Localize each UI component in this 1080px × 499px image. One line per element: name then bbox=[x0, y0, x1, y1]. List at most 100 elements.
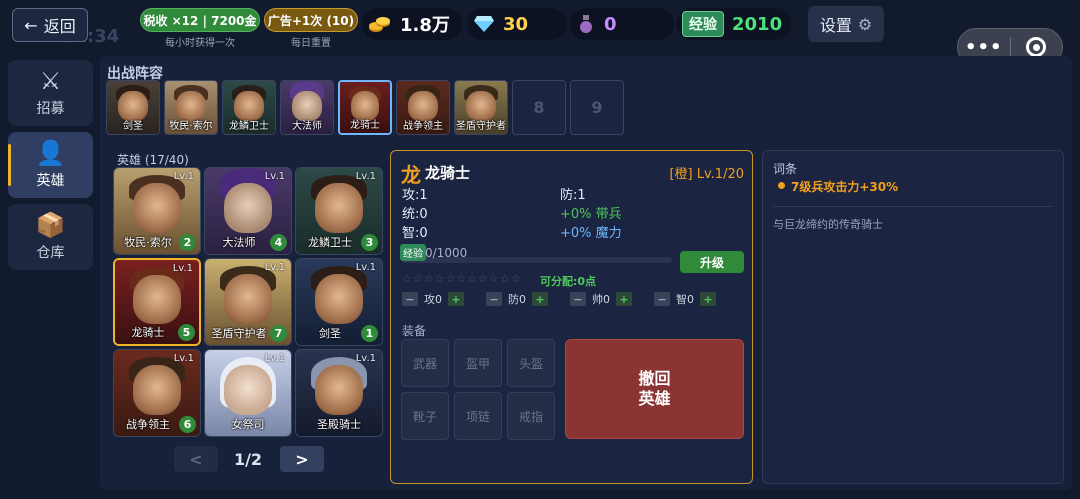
hero-count-badge: 1 bbox=[361, 325, 378, 342]
arrow-left-icon: ← bbox=[24, 15, 38, 35]
plus-button[interactable]: + bbox=[616, 292, 632, 306]
lineup-slot[interactable]: 剑圣 bbox=[106, 80, 160, 135]
potion-counter: 0 bbox=[570, 8, 674, 40]
potion-value: 0 bbox=[604, 13, 617, 35]
box-icon: 📦 bbox=[35, 211, 66, 239]
hero-card[interactable]: Lv.1 圣殿骑士 bbox=[295, 349, 383, 437]
plus-button[interactable]: + bbox=[700, 292, 716, 306]
withdraw-line-1: 撤回 bbox=[638, 369, 671, 388]
exp-counter: 经验 2010 bbox=[676, 8, 792, 40]
next-page-button[interactable]: > bbox=[280, 446, 324, 472]
nav-recruit[interactable]: ⚔ 招募 bbox=[8, 60, 93, 126]
exp-bar-tag: 经验 bbox=[400, 244, 426, 261]
lineup-slot[interactable]: 大法师 bbox=[280, 80, 334, 135]
plus-button[interactable]: + bbox=[448, 292, 464, 306]
traits-panel bbox=[762, 150, 1064, 484]
hero-card[interactable]: Lv.1 女祭司 bbox=[204, 349, 292, 437]
stat-command: 统:0 bbox=[402, 207, 428, 222]
minus-button[interactable]: − bbox=[570, 292, 586, 306]
lineup-slot[interactable]: 战争领主 bbox=[396, 80, 450, 135]
nav-storage-label: 仓库 bbox=[36, 245, 65, 261]
gold-counter: 1.8万 bbox=[362, 8, 462, 40]
potion-icon bbox=[580, 15, 592, 33]
exp-bar-text: 0/1000 bbox=[425, 246, 468, 260]
trait-bullet-icon bbox=[778, 182, 785, 189]
hero-card-selected[interactable]: Lv.1 龙骑士 5 bbox=[113, 258, 201, 346]
ad-note: 每日重置 bbox=[291, 38, 331, 49]
empty-lineup-slot[interactable]: 8 bbox=[512, 80, 566, 135]
nav-heroes-label: 英雄 bbox=[36, 173, 65, 189]
defense-stepper: − 防0 + bbox=[486, 291, 548, 307]
close-target-icon[interactable] bbox=[1010, 37, 1062, 57]
hero-rank-level: [橙] Lv.1/20 bbox=[669, 167, 744, 182]
exp-tag: 经验 bbox=[682, 11, 724, 37]
traits-divider bbox=[773, 206, 1053, 207]
gold-coins-icon bbox=[369, 17, 390, 32]
equip-slot-ring[interactable]: 戒指 bbox=[507, 392, 555, 440]
attack-stepper: − 攻0 + bbox=[402, 291, 464, 307]
equip-title: 装备 bbox=[402, 324, 427, 338]
settings-button[interactable]: 设置 ⚙ bbox=[808, 6, 884, 42]
assignable-points: 可分配:0点 bbox=[540, 275, 597, 288]
lineup-slot[interactable]: 牧民·索尔 bbox=[164, 80, 218, 135]
stat-intel: 智:0 bbox=[402, 226, 428, 241]
stepper-label: 帅0 bbox=[592, 293, 610, 306]
hero-card[interactable]: Lv.1 牧民·索尔 2 bbox=[113, 167, 201, 255]
command-stepper: − 帅0 + bbox=[570, 291, 632, 307]
stat-troop-bonus: +0% 带兵 bbox=[560, 207, 622, 222]
hero-card[interactable]: Lv.1 战争领主 6 bbox=[113, 349, 201, 437]
back-label: 返回 bbox=[43, 17, 76, 36]
hero-card[interactable]: Lv.1 龙鳞卫士 3 bbox=[295, 167, 383, 255]
settings-label: 设置 bbox=[819, 16, 852, 35]
hero-name-title: 龙骑士 bbox=[425, 164, 471, 182]
trait-effect: 7级兵攻击力+30% bbox=[791, 180, 899, 194]
prev-page-button[interactable]: < bbox=[174, 446, 218, 472]
stepper-label: 攻0 bbox=[424, 293, 442, 306]
tax-button[interactable]: 税收 ×12 | 7200金 bbox=[140, 8, 260, 32]
hero-count-badge: 3 bbox=[361, 234, 378, 251]
equip-slot-necklace[interactable]: 项链 bbox=[454, 392, 502, 440]
hero-card[interactable]: Lv.1 圣盾守护者 7 bbox=[204, 258, 292, 346]
gold-value: 1.8万 bbox=[400, 15, 450, 36]
hero-count-title: 英雄 (17/40) bbox=[117, 153, 189, 167]
minus-button[interactable]: − bbox=[402, 292, 418, 306]
diamond-icon bbox=[474, 16, 494, 32]
stepper-label: 智0 bbox=[676, 293, 694, 306]
equip-slot-helmet[interactable]: 头盔 bbox=[507, 339, 555, 387]
nav-storage[interactable]: 📦 仓库 bbox=[8, 204, 93, 270]
back-button[interactable]: ← 返回 bbox=[12, 8, 88, 42]
star-rating: ☆☆☆☆☆☆☆☆☆☆☆ bbox=[402, 272, 522, 285]
lineup-slot-selected[interactable]: 龙骑士 bbox=[338, 80, 392, 135]
stat-defense: 防:1 bbox=[560, 188, 586, 203]
withdraw-hero-button[interactable]: 撤回 英雄 bbox=[565, 339, 744, 439]
equip-slot-boots[interactable]: 靴子 bbox=[401, 392, 449, 440]
empty-lineup-slot[interactable]: 9 bbox=[570, 80, 624, 135]
tax-note: 每小时获得一次 bbox=[165, 38, 235, 49]
withdraw-line-2: 英雄 bbox=[638, 389, 671, 408]
gem-value: 30 bbox=[503, 13, 529, 35]
plus-button[interactable]: + bbox=[532, 292, 548, 306]
minus-button[interactable]: − bbox=[654, 292, 670, 306]
equip-slot-armor[interactable]: 盔甲 bbox=[454, 339, 502, 387]
hero-count-badge: 6 bbox=[179, 416, 196, 433]
hero-description: 与巨龙缔约的传奇骑士 bbox=[773, 218, 883, 231]
ad-button[interactable]: 广告+1次 (10) bbox=[264, 8, 358, 32]
lineup-slot[interactable]: 圣盾守护者 bbox=[454, 80, 508, 135]
upgrade-button[interactable]: 升级 bbox=[680, 251, 744, 273]
hero-card[interactable]: Lv.1 大法师 4 bbox=[204, 167, 292, 255]
equip-slot-weapon[interactable]: 武器 bbox=[401, 339, 449, 387]
exp-value: 2010 bbox=[732, 13, 783, 35]
more-icon[interactable]: ••• bbox=[958, 37, 1010, 58]
nav-recruit-label: 招募 bbox=[36, 101, 65, 117]
hero-card[interactable]: Lv.1 剑圣 1 bbox=[295, 258, 383, 346]
minus-button[interactable]: − bbox=[486, 292, 502, 306]
lineup-slot[interactable]: 龙鳞卫士 bbox=[222, 80, 276, 135]
gear-icon: ⚙ bbox=[857, 14, 873, 34]
hero-count-badge: 4 bbox=[270, 234, 287, 251]
traits-title: 词条 bbox=[773, 162, 798, 176]
intel-stepper: − 智0 + bbox=[654, 291, 716, 307]
crossed-swords-icon: ⚔ bbox=[39, 67, 62, 95]
nav-heroes[interactable]: 👤 英雄 bbox=[8, 132, 93, 198]
stat-magic-bonus: +0% 魔力 bbox=[560, 226, 622, 241]
hero-count-badge: 2 bbox=[179, 234, 196, 251]
